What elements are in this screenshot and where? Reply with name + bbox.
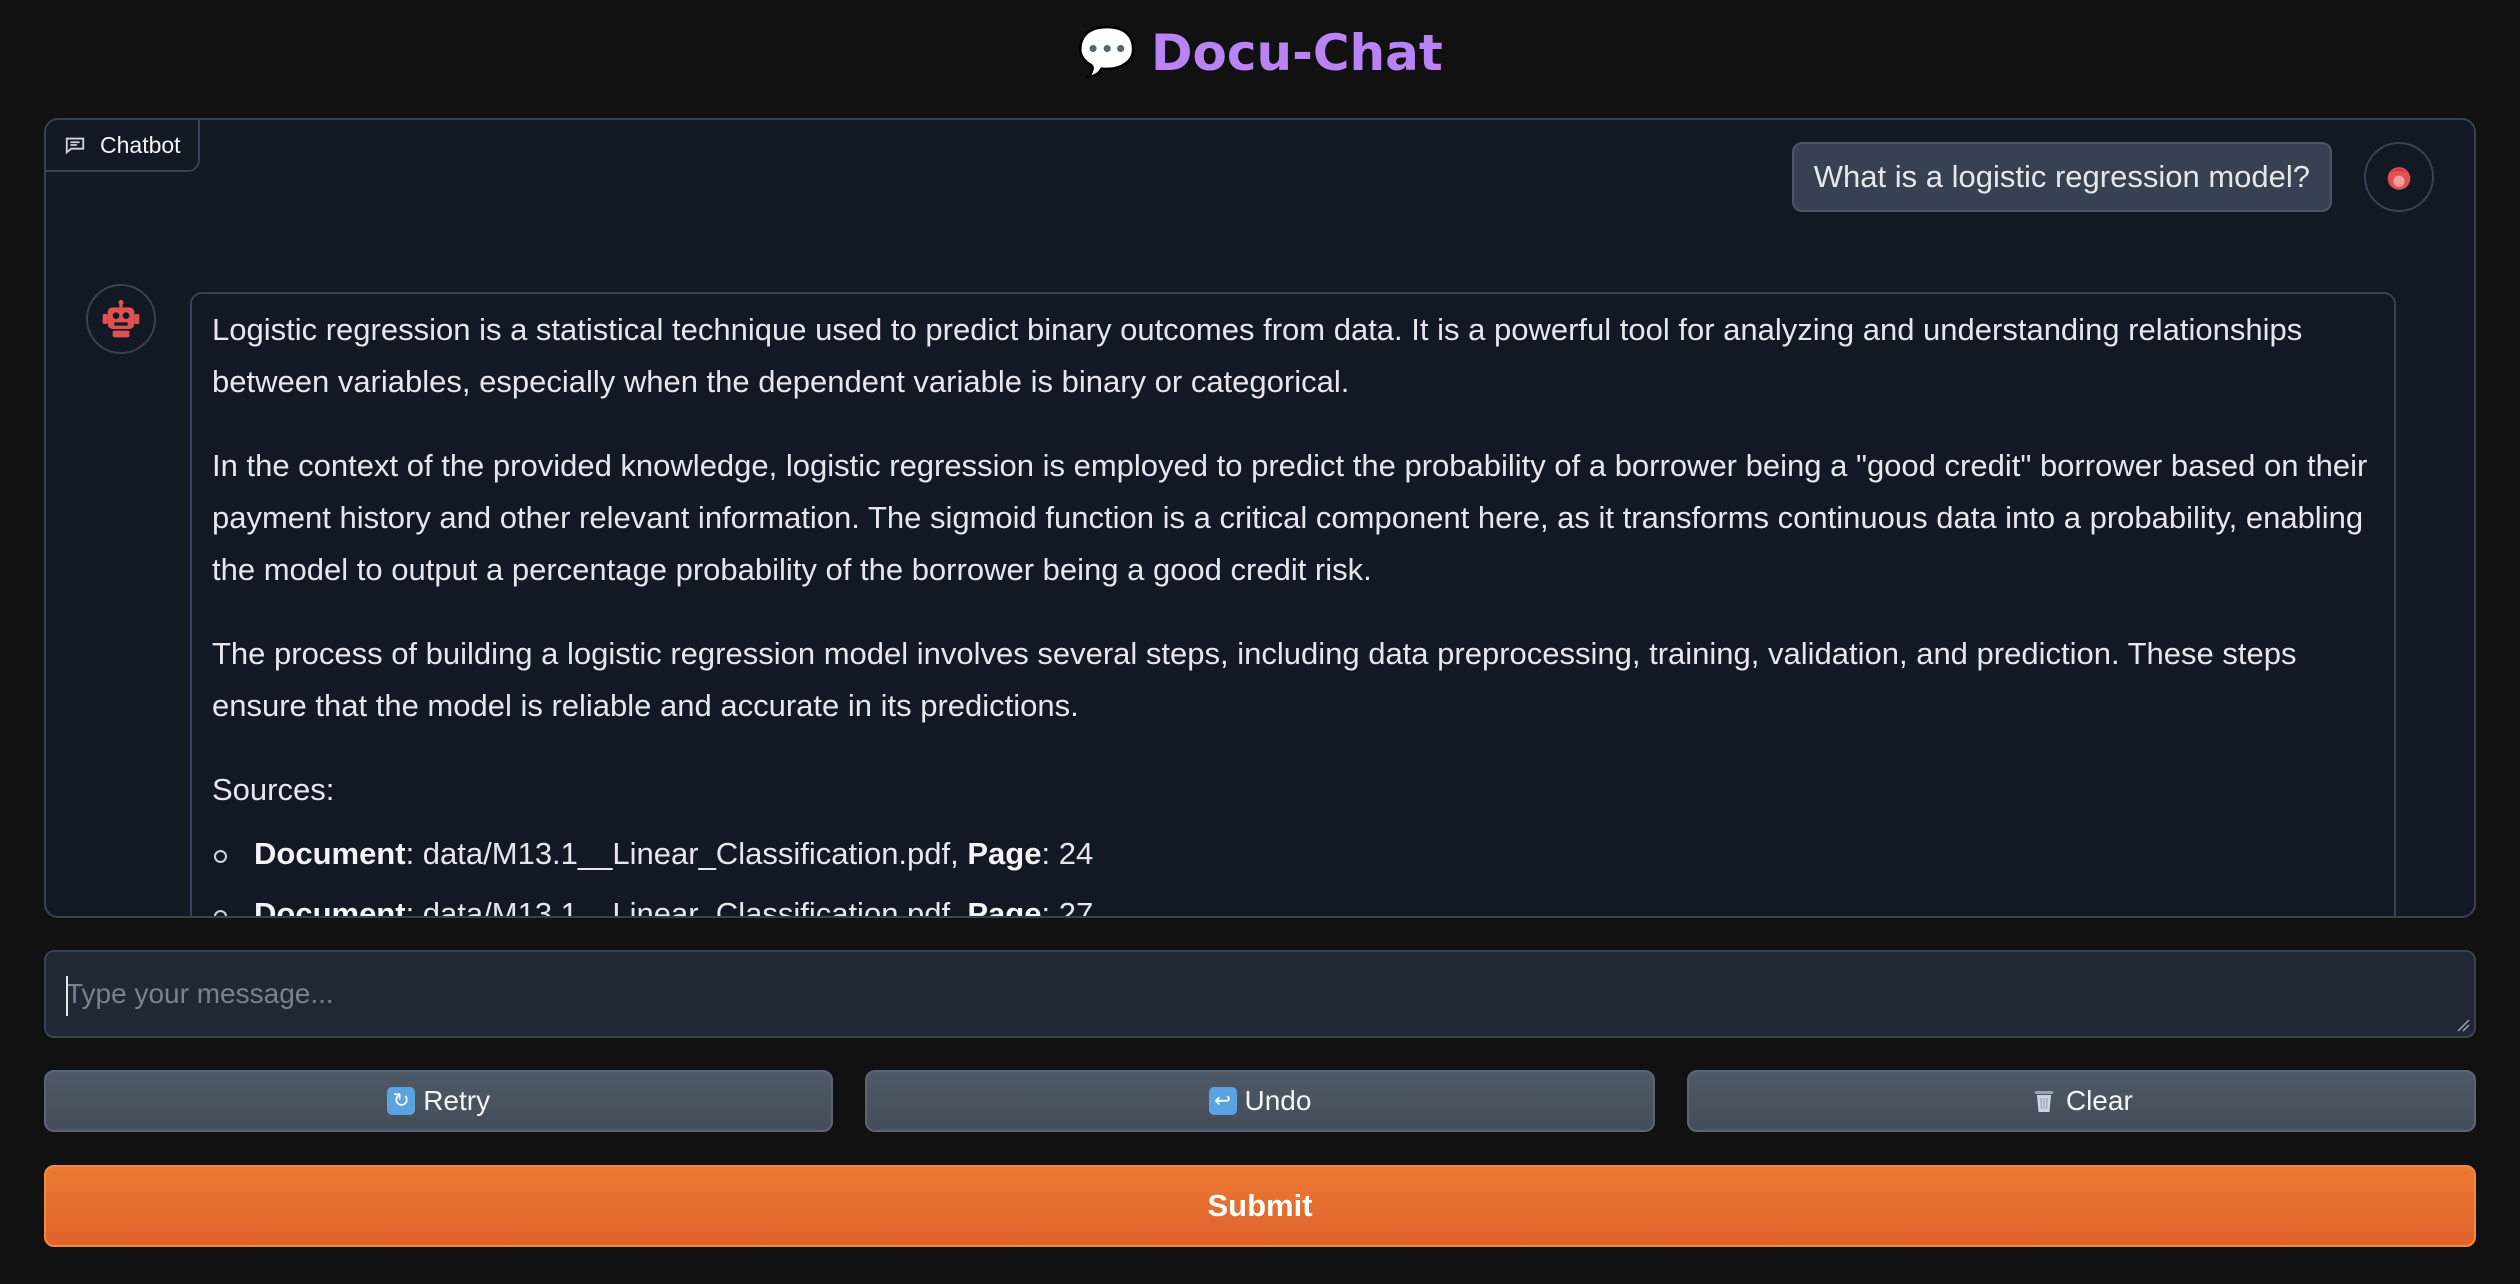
action-buttons: ↻ Retry ↩ Undo Clear	[44, 1070, 2476, 1132]
chatbot-label-text: Chatbot	[100, 131, 181, 158]
page-number: : 24	[1041, 836, 1094, 871]
submit-label: Submit	[1207, 1188, 1313, 1223]
source-item: Document: data/M13.1__Linear_Classificat…	[212, 884, 2370, 918]
undo-button[interactable]: ↩ Undo	[865, 1070, 1655, 1132]
user-message: What is a logistic regression model?	[1791, 142, 2332, 212]
undo-label: Undo	[1244, 1085, 1312, 1116]
retry-button[interactable]: ↻ Retry	[44, 1070, 834, 1132]
chatbot-panel: Chatbot What is a logistic regression mo…	[44, 118, 2476, 918]
robot-icon	[102, 299, 140, 338]
clear-label: Clear	[2065, 1085, 2133, 1116]
page-number: : 27	[1041, 896, 1094, 918]
bot-paragraph: Logistic regression is a statistical tec…	[212, 312, 2303, 399]
retry-label: Retry	[423, 1085, 491, 1116]
document-label: Document	[254, 896, 406, 918]
speech-balloon-icon: 💬	[1077, 26, 1137, 79]
document-path: : data/M13.1__Linear_Classification.pdf,	[405, 836, 968, 871]
chatbot-label: Chatbot	[46, 120, 200, 172]
trash-icon	[2030, 1087, 2058, 1115]
submit-button[interactable]: Submit	[44, 1165, 2476, 1247]
user-message-text: What is a logistic regression model?	[1813, 159, 2310, 194]
message-input[interactable]	[66, 974, 2454, 1014]
document-label: Document	[254, 836, 406, 871]
sources-label: Sources:	[212, 772, 335, 807]
chat-icon	[65, 137, 85, 155]
bot-paragraph: The process of building a logistic regre…	[212, 636, 2297, 723]
bot-message: Logistic regression is a statistical tec…	[190, 292, 2396, 918]
app-header: 💬 Docu-Chat	[0, 18, 2520, 88]
retry-icon: ↻	[387, 1087, 416, 1115]
clear-button[interactable]: Clear	[1686, 1070, 2476, 1132]
page-label: Page	[967, 896, 1042, 918]
app-title: Docu-Chat	[1150, 24, 1443, 82]
source-item: Document: data/M13.1__Linear_Classificat…	[212, 824, 2370, 884]
message-input-box	[44, 950, 2476, 1038]
bot-avatar	[86, 284, 156, 354]
undo-icon: ↩	[1208, 1087, 1237, 1115]
document-path: : data/M13.1__Linear_Classification.pdf,	[405, 896, 968, 918]
text-caret	[66, 976, 68, 1016]
resize-handle-icon[interactable]	[2454, 1016, 2470, 1032]
sources-list: Document: data/M13.1__Linear_Classificat…	[212, 824, 2370, 918]
user-face-icon	[2387, 167, 2411, 190]
user-avatar	[2364, 142, 2434, 212]
bot-paragraph: In the context of the provided knowledge…	[212, 448, 2368, 587]
page-label: Page	[967, 836, 1042, 871]
